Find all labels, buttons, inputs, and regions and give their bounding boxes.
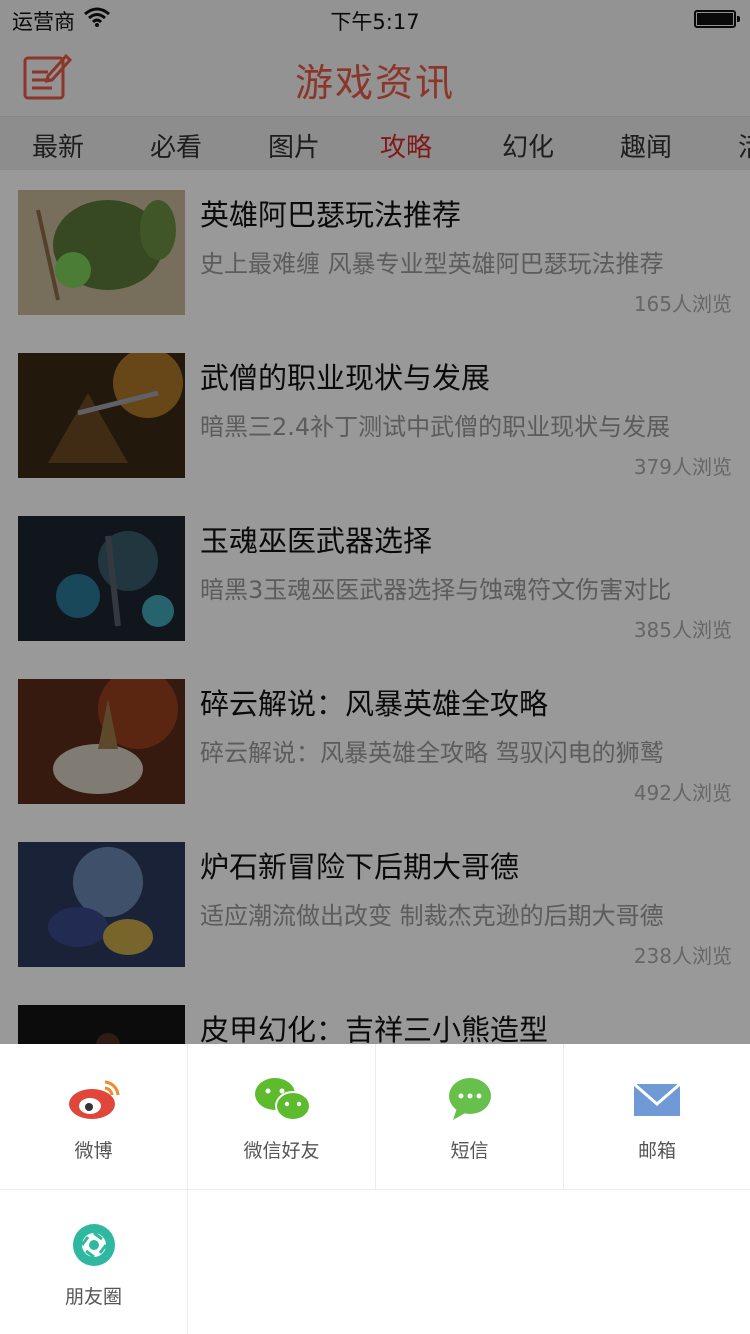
share-label: 微博: [74, 1140, 113, 1162]
sms-icon: [448, 1078, 491, 1120]
share-label: 短信: [450, 1140, 489, 1162]
share-moments-button[interactable]: 朋友圈: [0, 1190, 188, 1334]
share-weibo-button[interactable]: 微博: [0, 1044, 188, 1190]
weibo-icon: [68, 1080, 119, 1119]
share-sheet: 微博 微信好友 短信 邮箱 朋友圈: [0, 1044, 750, 1334]
share-label: 微信好友: [243, 1140, 320, 1162]
app-screen: 运营商 下午5:17 游戏资讯 最新 必看 图片 攻略 幻化 趣闻 活: [0, 0, 750, 1334]
share-wechat-button[interactable]: 微信好友: [188, 1044, 376, 1190]
moments-icon: [72, 1224, 115, 1266]
modal-backdrop[interactable]: [0, 0, 750, 1044]
share-label: 邮箱: [637, 1140, 676, 1162]
share-label: 朋友圈: [64, 1286, 122, 1308]
wechat-icon: [254, 1078, 311, 1121]
mail-icon: [633, 1082, 681, 1116]
share-mail-button[interactable]: 邮箱: [564, 1044, 750, 1190]
share-sms-button[interactable]: 短信: [376, 1044, 564, 1190]
